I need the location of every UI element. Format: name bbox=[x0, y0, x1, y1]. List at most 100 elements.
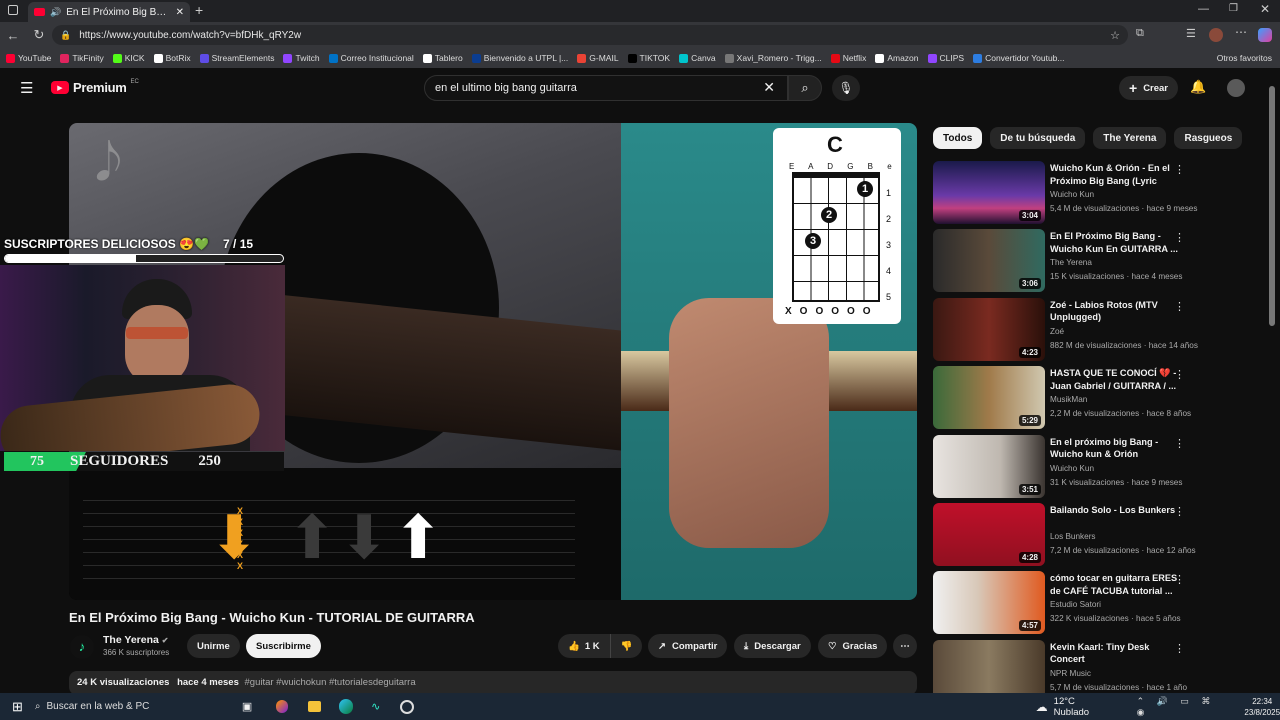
video-channel[interactable]: MusikMan bbox=[1050, 395, 1087, 404]
address-bar[interactable]: 🔒 https://www.youtube.com/watch?v=bfDHk_… bbox=[52, 25, 1128, 45]
obs-icon[interactable] bbox=[400, 699, 414, 714]
star-icon[interactable]: ☆ bbox=[1110, 29, 1120, 42]
channel-avatar[interactable]: ♪ bbox=[70, 635, 94, 659]
site-info-icon[interactable]: 🔒 bbox=[60, 30, 71, 41]
bookmark-11[interactable]: Canva bbox=[679, 53, 716, 63]
video-menu-icon[interactable]: ⋮ bbox=[1174, 231, 1185, 244]
profile-avatar[interactable] bbox=[1209, 28, 1223, 42]
other-favorites[interactable]: Otros favoritos bbox=[1217, 53, 1272, 63]
video-thumbnail[interactable]: 3:06 bbox=[933, 229, 1045, 293]
more-actions-button[interactable]: ⋯ bbox=[893, 634, 917, 658]
bookmark-12[interactable]: Xavi_Romero - Trigg... bbox=[724, 53, 822, 63]
video-thumbnail[interactable]: 3:04 bbox=[933, 161, 1045, 224]
video-title[interactable]: En El Próximo Big Bang - Wuicho Kun En G… bbox=[1050, 230, 1180, 255]
recommended-video[interactable]: 3:06 En El Próximo Big Bang - Wuicho Kun … bbox=[933, 229, 1263, 293]
bookmark-3[interactable]: BotRix bbox=[153, 53, 191, 63]
video-menu-icon[interactable]: ⋮ bbox=[1174, 642, 1185, 655]
video-thumbnail[interactable]: 4:57 bbox=[933, 571, 1045, 635]
create-button[interactable]: + Crear bbox=[1119, 76, 1179, 100]
subscribe-button[interactable]: Suscribirme bbox=[246, 634, 321, 658]
video-channel[interactable]: NPR Music bbox=[1050, 669, 1091, 678]
recommended-video[interactable]: 4:23 Zoé - Labios Rotos (MTV Unplugged) Zo… bbox=[933, 297, 1263, 362]
video-menu-icon[interactable]: ⋮ bbox=[1174, 368, 1185, 381]
bookmark-10[interactable]: TIKTOK bbox=[627, 53, 670, 63]
search-input[interactable]: en el ultimo big bang guitarra ✕ bbox=[424, 75, 788, 101]
taskbar-search[interactable]: ⌕ Buscar en la web & PC bbox=[35, 696, 200, 718]
file-explorer-icon[interactable] bbox=[308, 701, 322, 712]
video-channel[interactable]: Wuicho Kun bbox=[1050, 464, 1094, 473]
url-text[interactable]: https://www.youtube.com/watch?v=bfDHk_qR… bbox=[79, 30, 301, 41]
recommended-video[interactable]: 5:29 HASTA QUE TE CONOCÍ 💔 - Juan Gabriel… bbox=[933, 366, 1263, 430]
dislike-button[interactable]: 👎 bbox=[611, 634, 643, 658]
bookmark-4[interactable]: StreamElements bbox=[199, 53, 274, 63]
task-view-icon[interactable]: ▣ bbox=[242, 700, 252, 713]
video-channel[interactable]: Zoé bbox=[1050, 327, 1064, 336]
video-thumbnail[interactable]: 4:23 bbox=[933, 297, 1045, 361]
reload-icon[interactable]: ↻ bbox=[26, 27, 52, 43]
search-button[interactable]: ⌕ bbox=[788, 75, 822, 101]
firefox-icon[interactable] bbox=[276, 700, 289, 713]
video-menu-icon[interactable]: ⋮ bbox=[1174, 163, 1185, 176]
like-button[interactable]: 👍 1 K bbox=[558, 634, 611, 658]
video-title[interactable]: Zoé - Labios Rotos (MTV Unplugged) bbox=[1050, 299, 1180, 324]
bookmark-15[interactable]: CLIPS bbox=[927, 53, 964, 63]
bookmark-5[interactable]: Twitch bbox=[283, 53, 320, 63]
new-tab-button[interactable]: + bbox=[195, 2, 203, 18]
bookmark-16[interactable]: Convertidor Youtub... bbox=[973, 53, 1064, 63]
close-window-button[interactable]: ✕ bbox=[1260, 2, 1270, 16]
hashtags[interactable]: #guitar #wuichokun #tutorialesdeguitarra bbox=[245, 677, 416, 688]
video-thumbnail[interactable]: 4:28 bbox=[933, 503, 1045, 566]
video-title[interactable]: cómo tocar en guitarra ERES de CAFÉ TACU… bbox=[1050, 572, 1180, 597]
share-button[interactable]: ↗ Compartir bbox=[648, 634, 728, 658]
bookmark-14[interactable]: Amazon bbox=[875, 53, 919, 63]
video-thumbnail[interactable]: 5:29 bbox=[933, 366, 1045, 430]
chip-3[interactable]: Rasgueos bbox=[1174, 127, 1243, 149]
tray-icons[interactable]: ⌃ 🔊 ▭ ⌘ ◉ bbox=[1137, 696, 1229, 718]
bookmark-2[interactable]: KICK bbox=[112, 53, 145, 63]
weather-text[interactable]: 12°C Nublado bbox=[1054, 696, 1109, 718]
video-title[interactable]: HASTA QUE TE CONOCÍ 💔 - Juan Gabriel / G… bbox=[1050, 367, 1180, 392]
menu-icon[interactable]: ☰ bbox=[20, 79, 33, 97]
more-menu-icon[interactable]: ⋯ bbox=[1235, 25, 1247, 39]
video-thumbnail[interactable]: 3:51 bbox=[933, 434, 1045, 498]
voice-search-button[interactable]: 🎙 bbox=[832, 75, 860, 101]
bookmark-8[interactable]: Bienvenido a UTPL |... bbox=[471, 53, 568, 63]
recommended-video[interactable]: 4:57 cómo tocar en guitarra ERES de CAFÉ … bbox=[933, 571, 1263, 635]
channel-name[interactable]: The Yerena ✔ bbox=[103, 634, 168, 646]
windows-start-icon[interactable]: ⊞ bbox=[12, 699, 23, 715]
close-tab-icon[interactable]: ✕ bbox=[176, 7, 184, 18]
bookmark-6[interactable]: Correo Institucional bbox=[328, 53, 414, 63]
video-channel[interactable]: Wuicho Kun bbox=[1050, 190, 1094, 199]
video-title[interactable]: Bailando Solo - Los Bunkers bbox=[1050, 504, 1180, 517]
account-avatar[interactable] bbox=[1227, 79, 1245, 97]
bookmark-1[interactable]: TikFinity bbox=[60, 53, 104, 63]
thanks-button[interactable]: ♡ Gracias bbox=[818, 634, 888, 658]
video-title[interactable]: Kevin Kaarl: Tiny Desk Concert bbox=[1050, 641, 1180, 666]
tab-actions-icon[interactable] bbox=[8, 5, 18, 15]
join-button[interactable]: Unirme bbox=[187, 634, 240, 658]
copilot-icon[interactable] bbox=[1258, 28, 1272, 42]
video-menu-icon[interactable]: ⋮ bbox=[1174, 573, 1185, 586]
video-channel[interactable]: Estudio Satori bbox=[1050, 600, 1101, 609]
chip-2[interactable]: The Yerena bbox=[1093, 127, 1167, 149]
waveform-app-icon[interactable]: ∿ bbox=[371, 700, 380, 713]
clock[interactable]: 22:34 23/8/2025 bbox=[1244, 696, 1280, 718]
recommended-video[interactable]: 3:04 Wuicho Kun & Orión - En el Próximo B… bbox=[933, 161, 1263, 225]
video-title[interactable]: En el próximo big Bang - Wuicho kun & Or… bbox=[1050, 436, 1180, 462]
restore-button[interactable]: ❐ bbox=[1229, 3, 1238, 14]
notifications-icon[interactable]: 🔔 bbox=[1190, 79, 1206, 95]
browser-tab[interactable]: 🔊 En El Próximo Big Bang - Wuic ✕ bbox=[28, 2, 190, 22]
video-channel[interactable]: Los Bunkers bbox=[1050, 532, 1096, 541]
edge-icon[interactable] bbox=[339, 699, 354, 714]
minimize-button[interactable]: — bbox=[1198, 3, 1209, 15]
video-menu-icon[interactable]: ⋮ bbox=[1174, 437, 1185, 450]
recommended-video[interactable]: 4:28 Bailando Solo - Los Bunkers Los Bunke… bbox=[933, 503, 1263, 567]
chip-0[interactable]: Todos bbox=[933, 127, 983, 149]
youtube-logo[interactable]: ▶ Premium EC bbox=[51, 79, 139, 95]
favorites-icon[interactable]: ☰ bbox=[1186, 27, 1196, 40]
bookmark-0[interactable]: YouTube bbox=[6, 53, 51, 63]
extensions-icon[interactable]: ⧉ bbox=[1136, 27, 1144, 40]
recommended-video[interactable]: 3:51 En el próximo big Bang - Wuicho kun … bbox=[933, 434, 1263, 499]
chip-1[interactable]: De tu búsqueda bbox=[990, 127, 1086, 149]
bookmark-13[interactable]: Netflix bbox=[830, 53, 866, 63]
